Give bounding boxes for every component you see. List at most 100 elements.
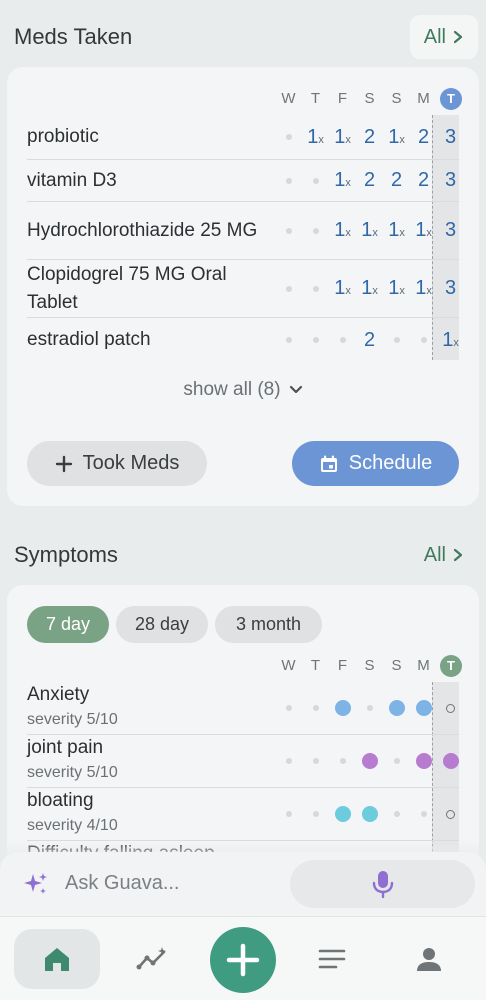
symptom-cell (410, 700, 437, 716)
empty-dot (285, 705, 292, 711)
meds-all-label: All (423, 25, 446, 48)
ask-guava-bar[interactable]: Ask Guava... (0, 852, 486, 916)
med-row[interactable]: estradiol patch 2 1x (27, 318, 459, 362)
symptom-cell (275, 758, 302, 764)
dose-count: 1x (388, 219, 405, 241)
range-7-day[interactable]: 7 day (27, 606, 109, 643)
symptom-cell (329, 700, 356, 716)
add-button[interactable] (210, 927, 276, 993)
empty-dot (312, 705, 319, 711)
empty-dot (393, 811, 400, 817)
dose-count: 2 (363, 169, 376, 191)
schedule-label: Schedule (348, 452, 433, 474)
med-name: estradiol patch (27, 329, 151, 350)
symptom-cell (356, 705, 383, 711)
dose-count: 2 (417, 169, 430, 191)
day-label: S (364, 657, 375, 674)
symptom-logged-dot (361, 806, 378, 822)
symptoms-all-label: All (423, 543, 446, 566)
dose-count: 2 (390, 169, 403, 191)
symptom-cell (302, 811, 329, 817)
dose-count: 1x (361, 219, 378, 241)
med-row[interactable]: Hydrochlorothiazide 25 MG 1x 1x 1x 1x 3 (27, 202, 459, 260)
meds-day-header: WTFSSMT (275, 88, 462, 110)
dose-count: 1x (361, 277, 378, 299)
symptom-logged-dot (334, 700, 351, 716)
symptom-cell (383, 700, 410, 716)
took-meds-button[interactable]: Took Meds (27, 441, 207, 486)
symptom-cell (329, 758, 356, 764)
dose-count: 3 (444, 125, 457, 148)
empty-dot (383, 329, 410, 352)
today-badge: T (440, 655, 462, 677)
empty-dot (393, 758, 400, 764)
empty-dot (285, 811, 292, 817)
range-3-month[interactable]: 3 month (215, 606, 322, 643)
day-label: F (337, 90, 348, 107)
dose-count: 1x (442, 328, 459, 351)
symptom-cell (410, 811, 437, 817)
symptom-logged-dot (334, 806, 351, 822)
symptoms-title: Symptoms (14, 542, 118, 567)
microphone-button[interactable] (290, 860, 475, 908)
med-row[interactable]: vitamin D3 1x 2 2 2 3 (27, 160, 459, 202)
symptom-cell (437, 809, 464, 819)
symptom-cell (302, 705, 329, 711)
plus-icon (226, 943, 260, 977)
symptom-cell (356, 753, 383, 769)
med-row[interactable]: probiotic 1x 1x 2 1x 2 3 (27, 115, 459, 160)
day-label: S (391, 657, 402, 674)
nav-trends[interactable] (110, 929, 196, 989)
symptom-row[interactable]: bloating severity 4/10 (27, 788, 459, 841)
calendar-icon (320, 455, 337, 472)
med-row[interactable]: Clopidogrel 75 MG Oral Tablet 1x 1x 1x 1x 3 (27, 260, 459, 318)
symptom-cell (410, 753, 437, 769)
list-icon (318, 949, 346, 969)
day-label: M (417, 90, 430, 107)
symptom-cell (383, 811, 410, 817)
empty-dot (339, 758, 346, 764)
empty-dot (420, 811, 427, 817)
meds-title: Meds Taken (14, 24, 133, 49)
symptom-today-ring (446, 809, 455, 819)
meds-all-link[interactable]: All (409, 15, 478, 59)
day-label: S (364, 90, 375, 107)
symptom-today-ring (446, 703, 455, 713)
schedule-button[interactable]: Schedule (292, 441, 459, 486)
symptom-row[interactable]: joint pain severity 5/10 (27, 735, 459, 788)
profile-icon (417, 948, 441, 971)
dose-count: 1x (388, 277, 405, 299)
nav-home[interactable] (14, 929, 100, 989)
symptoms-all-link[interactable]: All (410, 533, 478, 577)
nav-profile[interactable] (386, 929, 472, 989)
symptom-row[interactable]: Anxiety severity 5/10 (27, 682, 459, 735)
show-all-button[interactable]: show all (8) (7, 379, 479, 401)
day-label: F (337, 657, 348, 674)
symptom-cell (302, 758, 329, 764)
ask-input[interactable]: Ask Guava... (65, 872, 180, 895)
dose-count: 1x (388, 125, 405, 148)
symptom-logged-dot (415, 700, 432, 716)
day-label: T (310, 657, 321, 674)
symptom-cell (356, 806, 383, 822)
symptom-logged-dot (415, 753, 432, 769)
dose-count: 2 (363, 328, 376, 351)
microphone-icon (372, 871, 393, 899)
chevron-right-icon (453, 30, 463, 44)
empty-dot (329, 329, 356, 352)
dose-count: 3 (444, 219, 457, 241)
symptoms-day-header: WTFSSMT (275, 655, 462, 677)
med-name: Clopidogrel 75 MG Oral Tablet (27, 263, 227, 313)
sparkle-icon (24, 873, 47, 894)
empty-dot (302, 329, 329, 352)
range-28-day[interactable]: 28 day (116, 606, 208, 643)
symptom-cell (437, 753, 464, 769)
nav-log[interactable] (289, 929, 375, 989)
chevron-right-icon (453, 548, 463, 562)
empty-dot (275, 169, 302, 192)
med-name: Hydrochlorothiazide 25 MG (27, 219, 258, 241)
symptom-cell (437, 703, 464, 713)
empty-dot (410, 329, 437, 352)
symptom-cell (329, 806, 356, 822)
home-icon (45, 948, 69, 971)
